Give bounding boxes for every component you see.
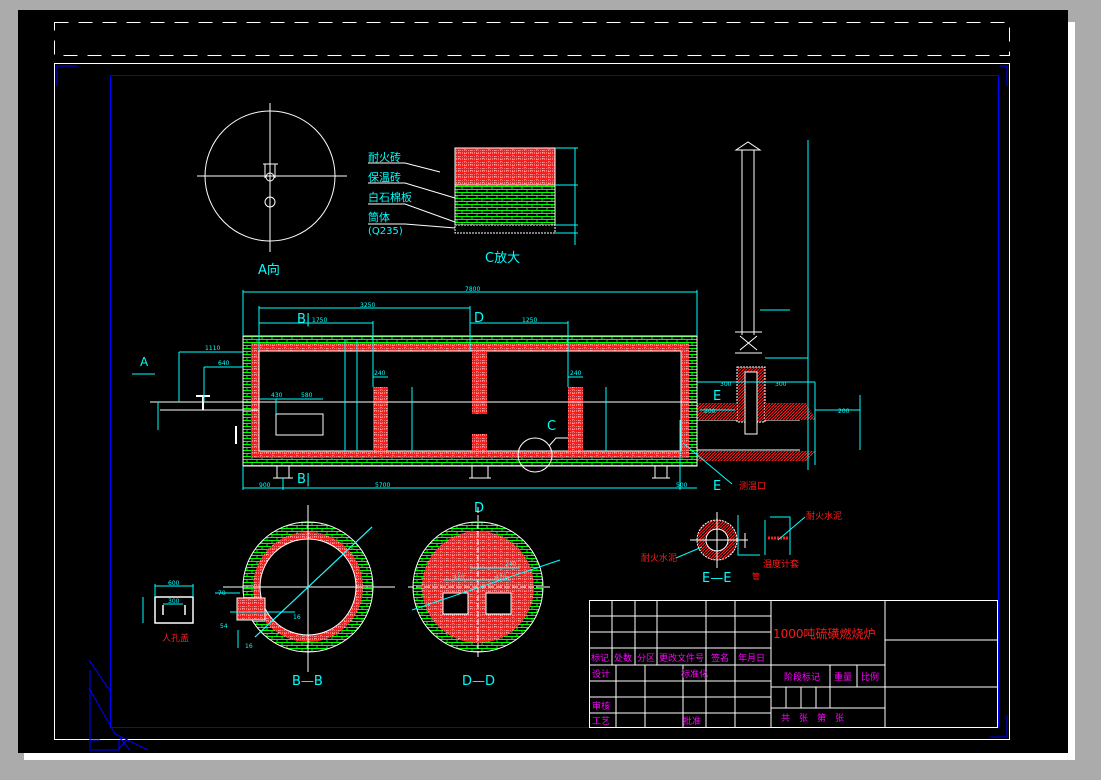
dd-section <box>408 507 561 658</box>
dim-240b: 240 <box>570 370 582 377</box>
dim-900: 900 <box>259 482 271 489</box>
sheet-count-label: 共 张 第 张 <box>781 712 844 724</box>
manhole-label: 人孔盖 <box>162 632 189 644</box>
ee-note-pipe: 管 <box>752 571 760 581</box>
a-view-label: A向 <box>258 262 280 278</box>
duct-lining-bottom <box>697 451 816 461</box>
dim-3250: 3250 <box>360 302 375 309</box>
ee-label: E—E <box>702 571 731 586</box>
dim-240a: 240 <box>374 370 386 377</box>
c-layer-asbestos-board: 白石棉板 <box>368 190 412 204</box>
cut-d-top: D <box>474 311 484 326</box>
header-signature: 签名 <box>711 652 729 664</box>
dim-1110: 1110 <box>205 345 220 352</box>
c-layer-insulation-brick: 保温砖 <box>368 170 401 184</box>
cut-b-bottom: B| <box>297 472 310 487</box>
weight-label: 重量 <box>834 671 852 683</box>
dim-overall: 7800 <box>465 286 480 293</box>
detail-c-label: C <box>547 419 556 434</box>
ee-note-cement-left: 耐火水泥 <box>641 552 677 564</box>
design-label: 设计 <box>592 668 610 680</box>
a-view <box>197 103 347 252</box>
dim-1750: 1750 <box>312 317 327 324</box>
dim-200a: 200 <box>704 408 716 415</box>
furnace-section <box>150 335 733 485</box>
header-zone: 分区 <box>637 653 655 664</box>
dim-500: 500 <box>676 482 688 489</box>
dim-1250: 1250 <box>522 317 537 324</box>
manhole-dim-300: 300 <box>168 598 180 605</box>
bb-dim-16b: 16 <box>245 643 253 650</box>
ee-note-cement-right: 耐火水泥 <box>806 510 842 522</box>
dim-580: 580 <box>301 392 313 399</box>
header-count: 处数 <box>614 652 632 664</box>
bb-dim-54: 54 <box>220 623 228 630</box>
temp-port-label: 测温口 <box>739 481 766 492</box>
manhole-dim-600: 600 <box>168 580 180 587</box>
dim-430: 430 <box>271 392 283 399</box>
arrow-a-label: A <box>140 355 149 369</box>
cut-d-bottom: D <box>474 501 484 516</box>
dim-640: 640 <box>218 360 230 367</box>
cut-b-top: B| <box>297 312 310 327</box>
cut-e-top: E <box>713 389 721 404</box>
drawing-title: 1000吨硫磺燃烧炉 <box>773 626 876 641</box>
bb-dim-16a: 16 <box>293 614 301 621</box>
cad-drawing[interactable]: A向 耐火砖 保温砖 白石棉板 筒体 (Q235) C放大 7800 3250 … <box>0 0 1101 780</box>
header-change-doc: 更改文件号 <box>659 652 704 664</box>
standardization-label: 标准化 <box>681 668 708 680</box>
ee-note-thermowell: 温度计套 <box>763 558 799 570</box>
c-layer-shell: 筒体 <box>368 210 390 224</box>
header-date: 年月日 <box>738 652 765 664</box>
scale-label: 比例 <box>861 671 879 683</box>
bb-dim-70: 70 <box>218 590 226 597</box>
review-label: 审核 <box>592 700 610 712</box>
c-detail-label: C放大 <box>485 251 520 266</box>
dim-5700: 5700 <box>375 482 390 489</box>
process-label: 工艺 <box>592 716 610 727</box>
header-mark: 标记 <box>591 652 609 664</box>
bb-section <box>215 505 395 672</box>
c-layer-material: (Q235) <box>368 226 403 237</box>
dim-300b: 300 <box>775 381 787 388</box>
dim-300a: 300 <box>720 381 732 388</box>
stage-mark-label: 阶段标记 <box>784 671 820 683</box>
dim-200b: 200 <box>838 408 850 415</box>
approve-label: 批准 <box>683 715 701 727</box>
dd-dim-240: 240 <box>505 561 517 568</box>
dd-dim-420a: 420 <box>453 574 465 581</box>
cut-e-bottom: E <box>713 479 721 494</box>
bb-label: B—B <box>292 674 323 689</box>
dd-dim-420b: 420 <box>495 574 507 581</box>
dd-label: D—D <box>462 674 495 689</box>
c-layer-firebrick: 耐火砖 <box>368 150 401 164</box>
